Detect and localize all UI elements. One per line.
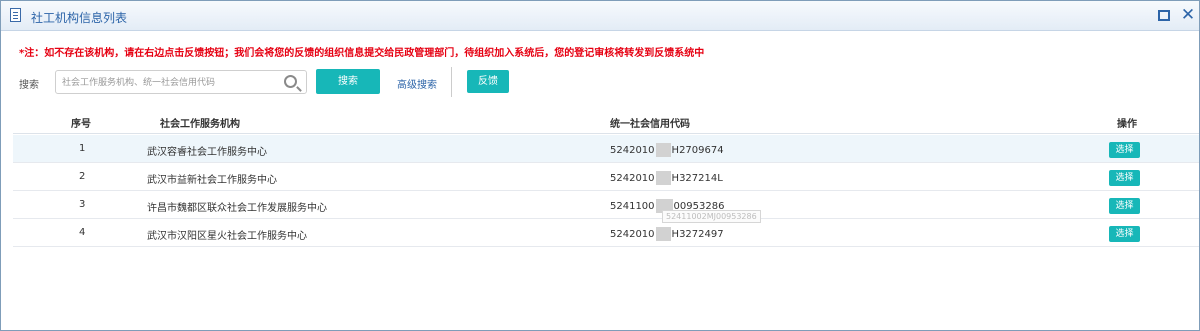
advanced-search-link[interactable]: 高级搜索 (397, 76, 437, 91)
row-org-name: 武汉市汉阳区星火社会工作服务中心 (147, 231, 307, 242)
select-button[interactable]: 选择 (1109, 170, 1140, 186)
search-label: 搜索 (19, 80, 39, 91)
row-credit-code: 5242010 H2709674 (610, 143, 724, 157)
close-icon[interactable]: ✕ (1180, 7, 1196, 24)
code-suffix: H2709674 (671, 144, 724, 156)
row-credit-code: 5242010 H327214L (610, 171, 723, 185)
table-row[interactable]: 4 武汉市汉阳区星火社会工作服务中心 5242010 H3272497 选择 (13, 219, 1199, 247)
divider (451, 67, 452, 97)
code-suffix: H327214L (671, 172, 723, 184)
select-button[interactable]: 选择 (1109, 142, 1140, 158)
header-org: 社会工作服务机构 (160, 119, 240, 130)
select-button[interactable]: 选择 (1109, 198, 1140, 214)
table-row[interactable]: 3 许昌市魏都区联众社会工作发展服务中心 5241100 00953286 选择 (13, 191, 1199, 219)
code-mask (655, 143, 671, 157)
row-index: 1 (79, 143, 86, 154)
dialog-window: 社工机构信息列表 ✕ *注：如不存在该机构，请在右边点击反馈按钮；我们会将您的反… (0, 0, 1200, 331)
table-header: 序号 社会工作服务机构 统一社会信用代码 操作 (13, 108, 1199, 134)
select-button[interactable]: 选择 (1109, 226, 1140, 242)
maximize-icon[interactable] (1156, 7, 1172, 23)
code-prefix: 5242010 (610, 144, 655, 156)
code-prefix: 5242010 (610, 172, 655, 184)
code-mask (655, 171, 671, 185)
document-icon (10, 8, 21, 22)
title-bar: 社工机构信息列表 ✕ (1, 1, 1199, 31)
row-index: 2 (79, 171, 86, 182)
row-org-name: 许昌市魏都区联众社会工作发展服务中心 (147, 203, 327, 214)
row-credit-code: 5242010 H3272497 (610, 227, 724, 241)
search-bar: 搜索 搜索 高级搜索 反馈 (1, 67, 1199, 97)
table-row[interactable]: 1 武汉容睿社会工作服务中心 5242010 H2709674 选择 (13, 135, 1199, 163)
row-org-name: 武汉容睿社会工作服务中心 (147, 147, 267, 158)
header-code: 统一社会信用代码 (610, 119, 690, 130)
code-mask (655, 227, 671, 241)
table-row[interactable]: 2 武汉市益新社会工作服务中心 5242010 H327214L 选择 (13, 163, 1199, 191)
header-index: 序号 (71, 119, 91, 130)
header-action: 操作 (1117, 119, 1137, 130)
search-input[interactable] (62, 75, 277, 90)
window-title: 社工机构信息列表 (31, 11, 128, 25)
search-box (55, 70, 307, 94)
code-prefix: 5241100 (610, 200, 655, 212)
search-icon[interactable] (284, 75, 297, 88)
code-suffix: H3272497 (671, 228, 724, 240)
notice-text: *注：如不存在该机构，请在右边点击反馈按钮；我们会将您的反馈的组织信息提交给民政… (19, 48, 705, 59)
feedback-button[interactable]: 反馈 (467, 70, 509, 93)
code-prefix: 5242010 (610, 228, 655, 240)
row-org-name: 武汉市益新社会工作服务中心 (147, 175, 277, 186)
row-index: 4 (79, 227, 86, 238)
row-index: 3 (79, 199, 86, 210)
search-button[interactable]: 搜索 (316, 69, 380, 94)
code-tooltip: 52411002MJ00953286 (662, 210, 761, 223)
